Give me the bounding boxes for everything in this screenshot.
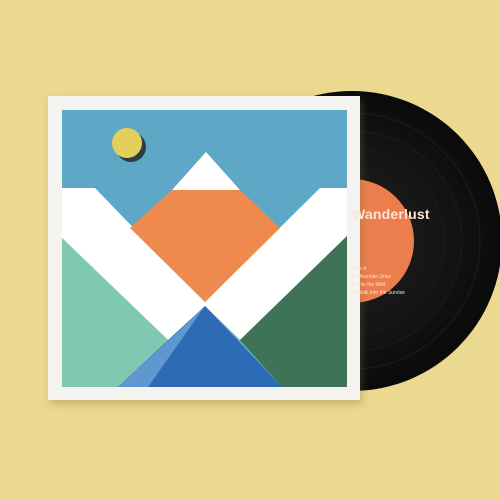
record-label-title: Wanderlust: [352, 206, 430, 222]
sun: [112, 128, 142, 158]
album-artwork: [62, 110, 347, 387]
record-label-line: 3. Walk Into the Sunrise: [352, 290, 405, 296]
record-label-line: 1. Mountain Drive: [352, 274, 392, 280]
record-label-line: Side A: [352, 266, 367, 272]
record-label-line: 2. Into the Wild: [352, 282, 386, 288]
album-mockup-scene: [48, 91, 500, 400]
